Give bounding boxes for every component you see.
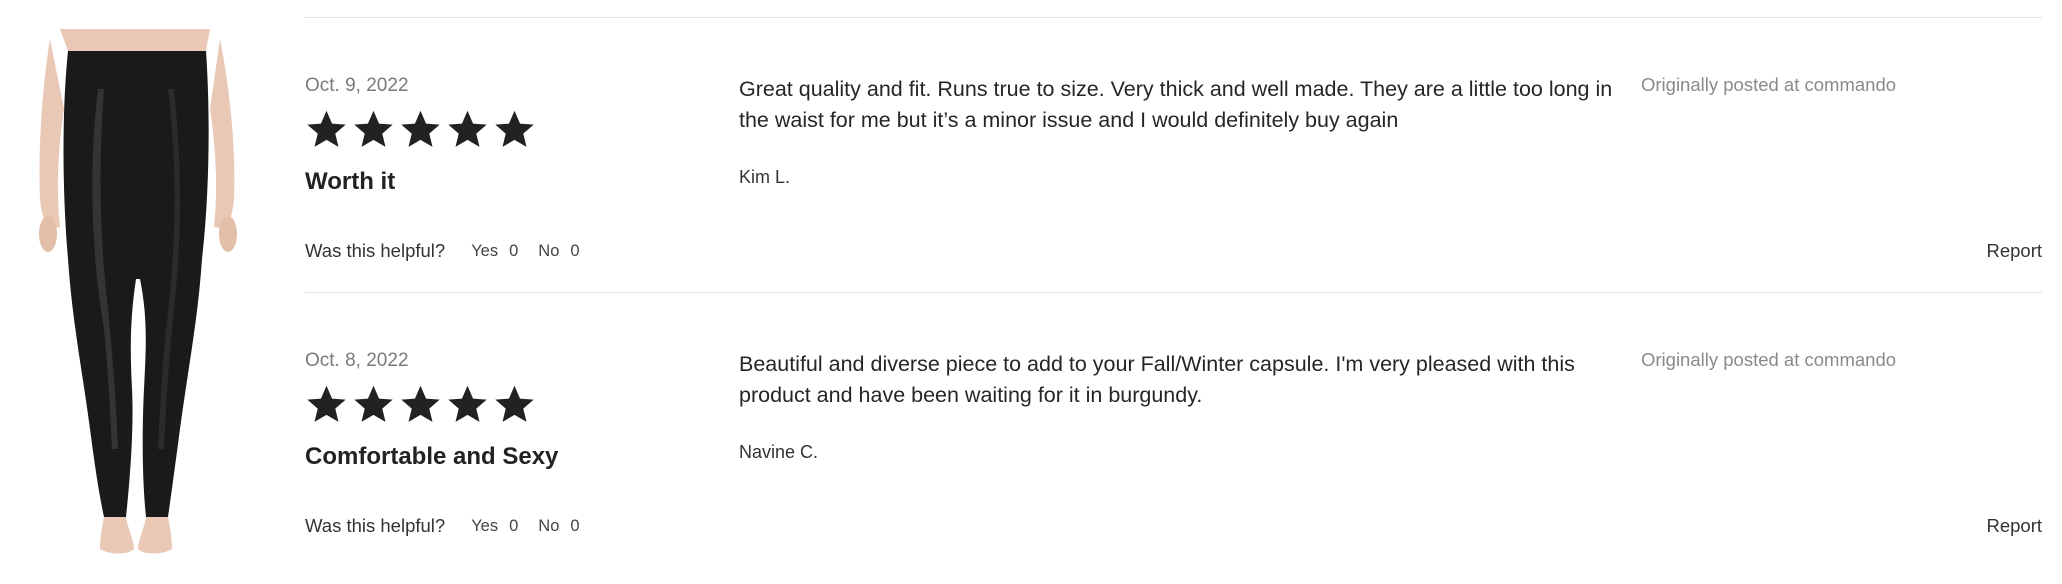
review-body: Great quality and fit. Runs true to size… [739,77,1613,132]
review-headline: Comfortable and Sexy [305,443,559,470]
divider [305,17,2042,18]
star-icon [354,385,393,422]
review-headline: Worth it [305,168,396,195]
star-icon [307,385,346,422]
helpful-no-button[interactable]: No 0 [538,517,579,536]
star-rating [305,383,536,429]
star-icon [401,110,440,147]
star-rating [305,108,536,154]
helpful-question: Was this helpful? [305,240,446,261]
yes-count: 0 [509,241,519,260]
star-icon [448,110,487,147]
star-icon [495,385,534,422]
review-origin: Originally posted at commando [1641,74,1897,95]
yes-label: Yes [471,516,499,535]
star-icon [401,385,440,422]
helpful-section: Was this helpful? Yes 0 No 0 [305,240,600,262]
no-count: 0 [570,241,580,260]
helpful-no-button[interactable]: No 0 [538,242,579,261]
helpful-yes-button[interactable]: Yes 0 [471,242,518,261]
helpful-question: Was this helpful? [305,515,446,536]
divider [305,292,2042,293]
review-body: Beautiful and diverse piece to add to yo… [739,352,1575,407]
report-link[interactable]: Report [1986,515,2042,537]
helpful-yes-button[interactable]: Yes 0 [471,517,518,536]
star-icon [307,110,346,147]
yes-count: 0 [509,516,519,535]
star-icon [354,110,393,147]
yes-label: Yes [471,241,499,260]
no-count: 0 [570,516,580,535]
review-date: Oct. 9, 2022 [305,75,409,96]
star-icon [495,110,534,147]
helpful-section: Was this helpful? Yes 0 No 0 [305,515,600,537]
review-origin: Originally posted at commando [1641,349,1897,370]
star-icon [448,385,487,422]
review-author: Kim L. [739,167,791,187]
review-date: Oct. 8, 2022 [305,350,409,371]
report-link[interactable]: Report [1986,240,2042,262]
review-author: Navine C. [739,442,819,462]
no-label: No [538,516,560,535]
no-label: No [538,241,560,260]
product-image [39,29,237,554]
